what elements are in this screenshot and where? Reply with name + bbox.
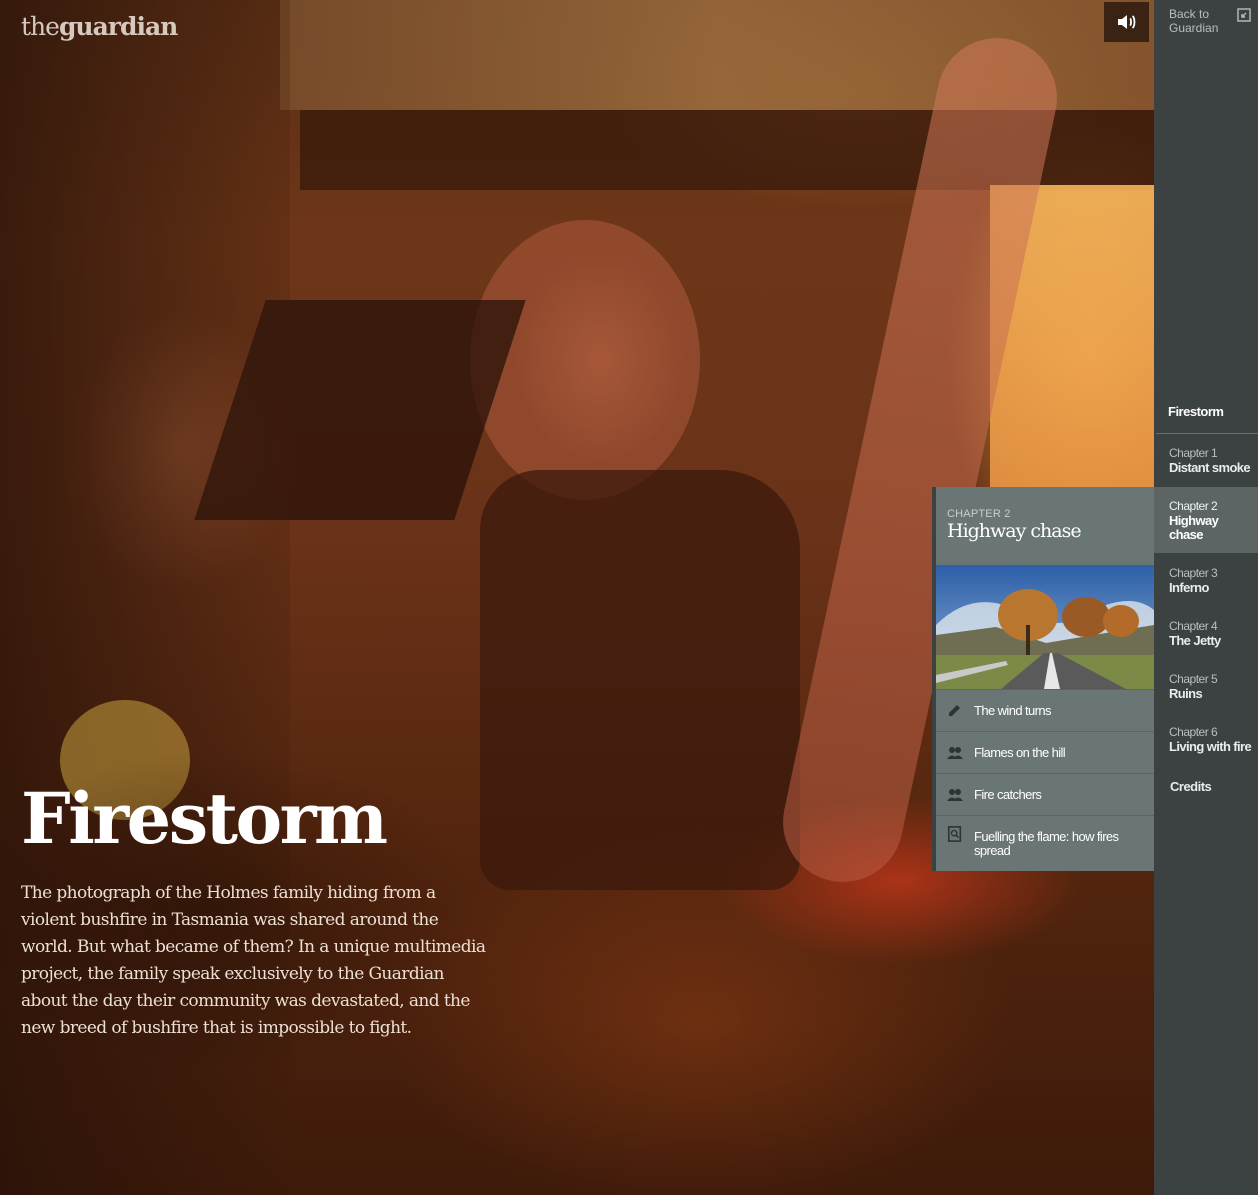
page-title: Firestorm [21, 777, 388, 860]
chapter-number: Chapter 1 [1169, 446, 1218, 460]
chapter-name: Ruins [1169, 686, 1203, 701]
flyout-item-flames-on-hill[interactable]: Flames on the hill [936, 731, 1154, 773]
chapter-name: Living with fire [1169, 739, 1252, 754]
sidebar-divider [1156, 433, 1258, 434]
chapter-number: Chapter 2 [1169, 499, 1218, 513]
chapter-number: Chapter 4 [1169, 619, 1218, 633]
flyout-item-fire-catchers[interactable]: Fire catchers [936, 773, 1154, 815]
sidebar-chapter-4[interactable]: Chapter 4 The Jetty [1154, 619, 1258, 648]
chapter-name: Distant smoke [1169, 460, 1251, 475]
logo-name: guardian [58, 12, 178, 41]
document-search-icon [947, 826, 962, 842]
chapter-name: The Jetty [1169, 633, 1221, 648]
exit-icon[interactable] [1237, 8, 1251, 22]
flyout-item-label: Flames on the hill [974, 744, 1066, 760]
flyout-item-label: Fire catchers [974, 786, 1042, 802]
people-icon [947, 747, 963, 759]
chapter-name: Highway chase [1169, 513, 1219, 542]
highway-photo [936, 565, 1154, 689]
chapter-number: Chapter 3 [1169, 566, 1218, 580]
flyout-item-wind-turns[interactable]: The wind turns [936, 689, 1154, 731]
chapter-flyout: CHAPTER 2 Highway chase The wind turns F… [932, 487, 1154, 871]
sidebar-chapter-3[interactable]: Chapter 3 Inferno [1154, 566, 1258, 595]
flyout-item-fuelling-flame[interactable]: Fuelling the flame: how fires spread [936, 815, 1154, 871]
people-icon [947, 789, 963, 801]
sound-toggle-button[interactable] [1104, 2, 1149, 42]
flyout-kicker: CHAPTER 2 [947, 508, 1011, 520]
flyout-title: Highway chase [947, 520, 1082, 542]
pencil-icon [949, 705, 960, 716]
sidebar-chapter-5[interactable]: Chapter 5 Ruins [1154, 672, 1258, 701]
guardian-logo[interactable]: theguardian [21, 12, 178, 41]
chapter-name: Inferno [1169, 580, 1209, 595]
sidebar-chapter-1[interactable]: Chapter 1 Distant smoke [1154, 446, 1258, 475]
logo-the: the [21, 12, 60, 41]
standfirst: The photograph of the Holmes family hidi… [21, 883, 486, 1038]
sidebar-chapter-2[interactable]: Chapter 2 Highway chase [1154, 487, 1258, 553]
back-to-guardian-link[interactable]: Back to Guardian [1169, 7, 1239, 35]
sidebar-title[interactable]: Firestorm [1168, 404, 1224, 419]
chapter-thumbnail[interactable] [936, 565, 1154, 689]
chapter-number: Chapter 6 [1169, 725, 1218, 739]
sidebar-credits-link[interactable]: Credits [1170, 779, 1212, 794]
flyout-item-label: Fuelling the flame: how fires spread [974, 828, 1119, 858]
speaker-icon [1117, 15, 1135, 29]
flyout-item-label: The wind turns [974, 702, 1051, 718]
chapter-sidebar: Back to Guardian Firestorm Chapter 1 Dis… [1154, 0, 1258, 1195]
chapter-number: Chapter 5 [1169, 672, 1218, 686]
sidebar-chapter-6[interactable]: Chapter 6 Living with fire [1154, 725, 1258, 754]
